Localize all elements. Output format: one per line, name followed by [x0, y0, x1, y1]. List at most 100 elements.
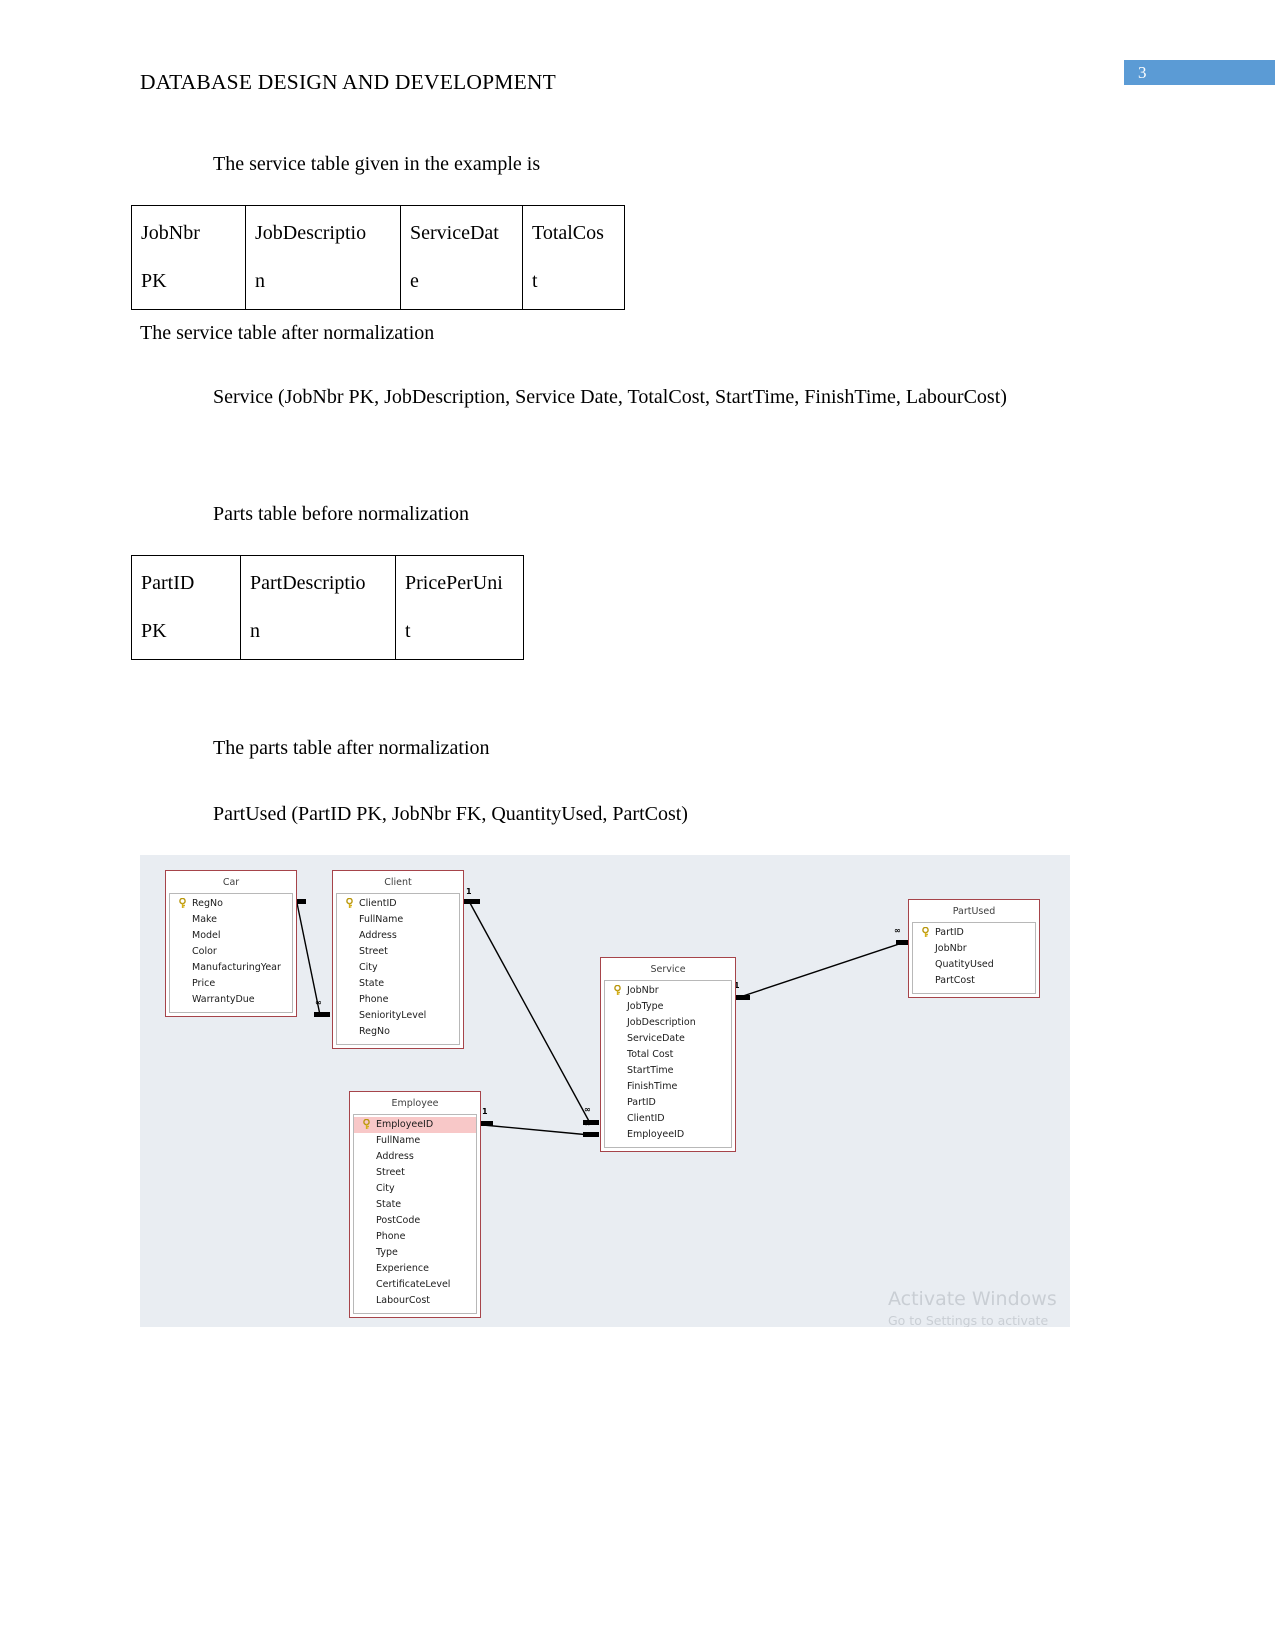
- field-street[interactable]: Street: [337, 944, 459, 960]
- table-cell-jobnbr: JobNbr PK: [131, 205, 246, 310]
- field-clientid[interactable]: ClientID: [337, 896, 459, 912]
- field-address[interactable]: Address: [337, 928, 459, 944]
- field-label: Phone: [359, 994, 389, 1005]
- cell-line-1: JobNbr: [141, 222, 200, 244]
- field-fullname[interactable]: FullName: [337, 912, 459, 928]
- relationship-endpoint-client: [464, 899, 480, 904]
- field-partcost[interactable]: PartCost: [913, 973, 1035, 989]
- primary-key-icon: [363, 1119, 370, 1129]
- cell-line-1: TotalCos: [532, 222, 604, 244]
- field-jobdescription[interactable]: JobDescription: [605, 1015, 731, 1031]
- document-header-title: DATABASE DESIGN AND DEVELOPMENT: [140, 70, 556, 94]
- entity-service[interactable]: Service JobNbr JobType JobDescription Se…: [600, 957, 736, 1152]
- field-price[interactable]: Price: [170, 976, 292, 992]
- field-label: PartID: [627, 1097, 656, 1108]
- field-employeeid[interactable]: EmployeeID: [605, 1127, 731, 1143]
- field-label: PostCode: [376, 1215, 421, 1226]
- field-employeeid[interactable]: EmployeeID: [354, 1117, 476, 1133]
- field-label: State: [359, 978, 385, 989]
- cell-line-1: ServiceDat: [410, 222, 499, 244]
- entity-client[interactable]: Client ClientID FullName Address Street …: [332, 870, 464, 1049]
- field-jobtype[interactable]: JobType: [605, 999, 731, 1015]
- caption-parts-after-normalization: The parts table after normalization: [213, 737, 490, 759]
- field-city[interactable]: City: [354, 1181, 476, 1197]
- field-label: StartTime: [627, 1065, 674, 1076]
- relationship-endpoint-client-many: [314, 1012, 330, 1017]
- field-label: City: [376, 1183, 395, 1194]
- table-cell-jobdescription: JobDescriptio n: [245, 205, 401, 310]
- field-warrantydue[interactable]: WarrantyDue: [170, 992, 292, 1008]
- field-label: FullName: [359, 914, 404, 925]
- caption-parts-before-normalization: Parts table before normalization: [213, 503, 470, 525]
- entity-title-car: Car: [169, 874, 293, 893]
- table-cell-partid: PartID PK: [131, 555, 241, 660]
- field-label: WarrantyDue: [192, 994, 255, 1005]
- field-labourcost[interactable]: LabourCost: [354, 1293, 476, 1309]
- table-cell-servicedate: ServiceDat e: [400, 205, 523, 310]
- cardinality-employee-one: 1: [482, 1107, 488, 1116]
- field-label: Street: [376, 1167, 405, 1178]
- field-state[interactable]: State: [354, 1197, 476, 1213]
- field-label: ClientID: [359, 898, 397, 909]
- field-make[interactable]: Make: [170, 912, 292, 928]
- paragraph-service-definition: Service (JobNbr PK, JobDescription, Serv…: [213, 386, 1007, 408]
- field-clientid[interactable]: ClientID: [605, 1111, 731, 1127]
- table-cell-partdescription: PartDescriptio n: [240, 555, 396, 660]
- entity-partused[interactable]: PartUsed PartID JobNbr QuatityUsed PartC…: [908, 899, 1040, 998]
- field-finishtime[interactable]: FinishTime: [605, 1079, 731, 1095]
- field-city[interactable]: City: [337, 960, 459, 976]
- field-jobnbr[interactable]: JobNbr: [605, 983, 731, 999]
- field-phone[interactable]: Phone: [337, 992, 459, 1008]
- field-senioritylevel[interactable]: SeniorityLevel: [337, 1008, 459, 1024]
- cell-line-1: PricePerUni: [405, 572, 503, 594]
- field-starttime[interactable]: StartTime: [605, 1063, 731, 1079]
- field-label: ClientID: [627, 1113, 665, 1124]
- field-manufacturingyear[interactable]: ManufacturingYear: [170, 960, 292, 976]
- field-state[interactable]: State: [337, 976, 459, 992]
- field-phone[interactable]: Phone: [354, 1229, 476, 1245]
- field-label: JobDescription: [627, 1017, 696, 1028]
- field-label: State: [376, 1199, 402, 1210]
- field-experience[interactable]: Experience: [354, 1261, 476, 1277]
- paragraph-service-intro: The service table given in the example i…: [213, 153, 541, 175]
- field-label: LabourCost: [376, 1295, 431, 1306]
- field-label: RegNo: [192, 898, 223, 909]
- entity-fields-employee: EmployeeID FullName Address Street City …: [353, 1114, 477, 1314]
- field-label: Model: [192, 930, 221, 941]
- field-address[interactable]: Address: [354, 1149, 476, 1165]
- entity-title-partused: PartUsed: [912, 903, 1036, 922]
- field-partid[interactable]: PartID: [605, 1095, 731, 1111]
- er-diagram: 1 ∞ 1 ∞ 1 ∞ 1 ∞ Car RegNo Make Model Col…: [140, 855, 1070, 1327]
- service-table-before-normalization: JobNbr PK JobDescriptio n ServiceDat e T…: [131, 205, 625, 310]
- field-regno[interactable]: RegNo: [170, 896, 292, 912]
- field-model[interactable]: Model: [170, 928, 292, 944]
- field-servicedate[interactable]: ServiceDate: [605, 1031, 731, 1047]
- page-number: 3: [1138, 63, 1147, 82]
- field-certificatelevel[interactable]: CertificateLevel: [354, 1277, 476, 1293]
- entity-fields-client: ClientID FullName Address Street City St…: [336, 893, 460, 1045]
- field-label: Experience: [376, 1263, 429, 1274]
- cell-line-2: e: [410, 270, 419, 292]
- field-label: SeniorityLevel: [359, 1010, 427, 1021]
- field-color[interactable]: Color: [170, 944, 292, 960]
- relationship-endpoint-service: [734, 995, 750, 1000]
- field-totalcost[interactable]: Total Cost: [605, 1047, 731, 1063]
- field-quatityused[interactable]: QuatityUsed: [913, 957, 1035, 973]
- field-label: FullName: [376, 1135, 421, 1146]
- parts-table-before-normalization: PartID PK PartDescriptio n PricePerUni t: [131, 555, 524, 660]
- cell-line-1: PartDescriptio: [250, 572, 366, 594]
- entity-employee[interactable]: Employee EmployeeID FullName Address Str…: [349, 1091, 481, 1318]
- field-street[interactable]: Street: [354, 1165, 476, 1181]
- field-type[interactable]: Type: [354, 1245, 476, 1261]
- field-postcode[interactable]: PostCode: [354, 1213, 476, 1229]
- field-jobnbr[interactable]: JobNbr: [913, 941, 1035, 957]
- field-regno[interactable]: RegNo: [337, 1024, 459, 1040]
- cell-line-1: JobDescriptio: [255, 222, 367, 244]
- cell-line-2: n: [250, 620, 260, 642]
- entity-car[interactable]: Car RegNo Make Model Color Manufacturing…: [165, 870, 297, 1017]
- field-label: Street: [359, 946, 388, 957]
- field-fullname[interactable]: FullName: [354, 1133, 476, 1149]
- field-label: QuatityUsed: [935, 959, 994, 970]
- caption-service-after-normalization: The service table after normalization: [140, 322, 435, 344]
- field-partid[interactable]: PartID: [913, 925, 1035, 941]
